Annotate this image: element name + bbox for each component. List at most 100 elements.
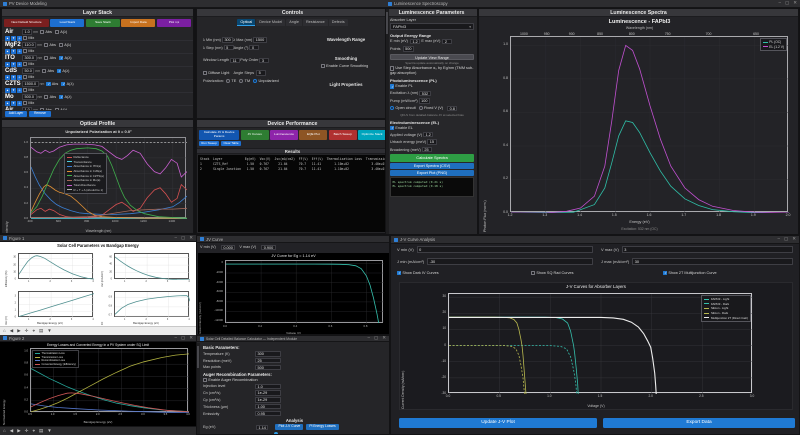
clear-table-button[interactable]: Clear Table — [221, 141, 241, 146]
field-input[interactable]: 1e-29 — [255, 397, 281, 403]
toolbar-icon[interactable]: ▤ — [39, 329, 43, 334]
pl-energy-losses-button[interactable]: Pl Energy Losses — [306, 424, 338, 430]
tab-optical[interactable]: Optical — [237, 19, 255, 26]
maximize-icon[interactable]: ▢ — [785, 1, 789, 6]
abs-checkbox[interactable] — [46, 82, 50, 86]
minimize-icon[interactable]: – — [174, 236, 177, 241]
abs-checkbox[interactable] — [40, 30, 44, 34]
mix-checkbox[interactable] — [23, 75, 27, 79]
layer-thickness-input[interactable]: 1500.0 — [22, 81, 39, 87]
field-input[interactable]: 0.95 — [255, 411, 281, 417]
tab-device-model[interactable]: Device Model — [256, 19, 285, 26]
layer-move-button[interactable]: ＋ — [17, 101, 22, 106]
layer-move-button[interactable]: ＋ — [17, 75, 22, 80]
layer-move-button[interactable]: ▼ — [11, 88, 16, 93]
minimize-icon[interactable]: – — [777, 237, 780, 242]
layer-move-button[interactable]: ＋ — [17, 49, 22, 54]
calculate-jv-device-params-button[interactable]: Calculate JV & Device Params — [199, 130, 239, 140]
abs-checkbox[interactable] — [44, 43, 48, 47]
alambda-checkbox[interactable] — [55, 30, 59, 34]
layer-thickness-input[interactable]: 110.0 — [22, 42, 36, 48]
layer-row[interactable]: Mo500.0nmAbsA(λ)▲▼＋Mix — [2, 93, 193, 106]
alambda-checkbox[interactable] — [59, 56, 63, 60]
eqe-plot-button[interactable]: EQE Plot — [299, 130, 327, 140]
layer-move-button[interactable]: ▼ — [11, 62, 16, 67]
minimize-icon[interactable]: – — [367, 336, 370, 341]
minimize-icon[interactable]: – — [778, 1, 781, 6]
close-icon[interactable]: ✕ — [189, 236, 193, 241]
field-input[interactable]: 1.00 — [255, 404, 281, 410]
toolbar-icon[interactable]: ✛ — [25, 429, 29, 434]
batch-sweep-button[interactable]: Batch Sweep — [329, 130, 357, 140]
update-view-range-button[interactable]: Update View Range — [390, 54, 474, 60]
checkbox[interactable] — [321, 64, 325, 68]
toolbar-icon[interactable]: ▼ — [47, 429, 51, 434]
field-input[interactable]: 500 — [255, 365, 281, 371]
layer-thickness-input[interactable]: 50.0 — [22, 68, 34, 74]
layer-row[interactable]: Air1.0nmAbsA(λ)▲▼＋Mix — [2, 28, 193, 41]
field-input[interactable]: 3 — [622, 246, 793, 253]
maximize-icon[interactable]: ▢ — [181, 236, 185, 241]
export-spectra-csv--button[interactable]: Export Spectra (CSV) — [390, 163, 474, 169]
alambda-checkbox[interactable] — [55, 108, 59, 110]
plot-j-v-curve-button[interactable]: Plot J-V Curve — [275, 424, 303, 430]
field-input[interactable]: -30 — [427, 258, 593, 265]
field-input[interactable]: 3 — [259, 58, 269, 64]
layer-move-button[interactable]: ▼ — [11, 75, 16, 80]
layer-move-button[interactable]: ＋ — [17, 62, 22, 67]
maximize-icon[interactable]: ▢ — [374, 336, 378, 341]
eg-input[interactable]: 1.14 — [256, 425, 268, 431]
radio-button[interactable] — [239, 79, 243, 83]
layer-move-button[interactable]: ▲ — [5, 36, 10, 41]
layer-move-button[interactable]: ▲ — [5, 101, 10, 106]
tab-resistance[interactable]: Resistance — [303, 19, 328, 26]
close-icon[interactable]: ✕ — [792, 237, 796, 242]
maximize-icon[interactable]: ▢ — [181, 336, 185, 341]
toolbar-icon[interactable]: ⌖ — [32, 329, 35, 334]
optimize-stack-button[interactable]: Optimize Stack — [358, 130, 386, 140]
alambda-checkbox[interactable] — [57, 69, 61, 73]
field-input[interactable]: 532 — [419, 91, 430, 97]
checkbox[interactable] — [390, 84, 394, 88]
layer-move-button[interactable]: ▲ — [5, 62, 10, 67]
mix-checkbox[interactable] — [23, 62, 27, 66]
checkbox[interactable] — [390, 126, 394, 130]
toolbar-icon[interactable]: ◀ — [10, 429, 13, 434]
layer-row[interactable]: MgF2110.0nmAbsA(λ)▲▼＋Mix — [2, 41, 193, 54]
minimize-icon[interactable]: – — [174, 336, 177, 341]
lum-params-scrollbar[interactable] — [386, 9, 389, 234]
checkbox[interactable] — [390, 66, 394, 70]
remove-button[interactable]: Remove — [29, 111, 51, 117]
alambda-checkbox[interactable] — [61, 82, 65, 86]
toolbar-icon[interactable]: ⌂ — [3, 329, 6, 334]
layer-move-button[interactable]: ▼ — [11, 36, 16, 41]
layer-row[interactable]: CZTS1500.0nmAbsA(λ)▲▼＋Mix — [2, 80, 193, 93]
toolbar-icon[interactable]: ⌖ — [32, 429, 35, 434]
radio-button[interactable] — [226, 79, 230, 83]
field-input[interactable]: 5 — [224, 45, 234, 51]
field-input[interactable]: 11 — [230, 58, 240, 64]
layer-row[interactable]: Air1.0nmAbsA(λ)▲▼＋Mix — [2, 106, 193, 110]
radio-button[interactable] — [419, 106, 423, 110]
layer-move-button[interactable]: ＋ — [17, 88, 22, 93]
checkbox[interactable] — [663, 271, 667, 275]
field-input[interactable]: 300 — [222, 37, 233, 43]
run-sweep-button[interactable]: Run Sweep — [199, 141, 219, 146]
field-input[interactable]: 1.0 — [255, 384, 281, 390]
layer-thickness-input[interactable]: 1.0 — [22, 107, 32, 110]
toolbar-icon[interactable]: ◀ — [10, 329, 13, 334]
checkbox[interactable] — [203, 71, 207, 75]
tab-angle[interactable]: Angle — [286, 19, 302, 26]
layer-move-button[interactable]: ＋ — [17, 36, 22, 41]
maximize-icon[interactable]: ▢ — [784, 237, 788, 242]
layer-thickness-input[interactable]: 500.0 — [22, 94, 37, 100]
mix-checkbox[interactable] — [23, 101, 27, 105]
layer-thickness-input[interactable]: 300.0 — [22, 55, 37, 61]
plot-n-k-button[interactable]: Plot n,k — [157, 19, 191, 27]
results-console[interactable]: Stack Layer Eg(eV) Voc(V) Jsc(mA/cm2) FF… — [198, 155, 387, 232]
toolbar-icon[interactable]: ⌂ — [3, 429, 6, 434]
field-input[interactable]: 0 — [417, 246, 593, 253]
field-input[interactable]: 0.900 — [261, 245, 276, 251]
abs-checkbox[interactable] — [44, 56, 48, 60]
toolbar-icon[interactable]: ▼ — [47, 329, 51, 334]
